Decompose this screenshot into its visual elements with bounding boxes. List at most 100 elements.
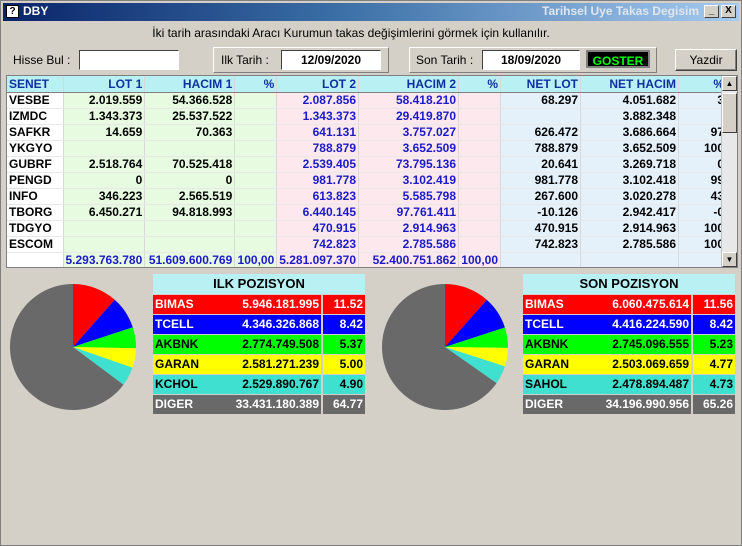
table-cell: 742.823 xyxy=(276,236,359,253)
takas-table-grid: SENET LOT 1 HACIM 1% LOT 2 HACIM 2% NET LOT NE… xyxy=(7,76,727,267)
total-cell: 5.281.097.370 xyxy=(276,252,359,267)
table-cell: TBORG xyxy=(7,204,64,221)
column-header[interactable]: % xyxy=(458,76,501,93)
table-cell xyxy=(458,236,501,253)
table-cell: TDGYO xyxy=(7,220,64,237)
column-header[interactable]: NET HACIM xyxy=(580,76,679,93)
table-cell: 14.659 xyxy=(63,124,146,141)
ilk-pozisyon-title: ILK POZISYON xyxy=(153,274,365,294)
table-cell: 641.131 xyxy=(276,124,359,141)
takas-table[interactable]: SENET LOT 1 HACIM 1% LOT 2 HACIM 2% NET LOT NE… xyxy=(6,75,738,268)
instruction-text: İki tarih arasındaki Aracı Kurumun takas… xyxy=(152,26,550,40)
app-icon: ? xyxy=(6,5,19,18)
legend-value: 2.774.749.508 xyxy=(242,337,319,351)
legend-row-sahol: SAHOL 4.73 2.478.894.487 xyxy=(523,375,735,394)
table-cell: 788.879 xyxy=(500,140,581,157)
table-row[interactable]: TBORG 6.450.271 94.818.993 6.440.145 97.761.… xyxy=(7,204,727,221)
legend-value: 34.196.990.956 xyxy=(605,397,689,411)
table-cell: 94.818.993 xyxy=(144,204,236,221)
scroll-thumb[interactable] xyxy=(722,93,737,133)
table-cell: 3 xyxy=(678,92,727,109)
scroll-down-icon[interactable]: ▼ xyxy=(722,252,737,267)
legend-pct: 8.42 xyxy=(323,315,365,334)
table-cell: 5.585.798 xyxy=(358,188,459,205)
table-cell: 20.641 xyxy=(500,156,581,173)
table-row[interactable]: TDGYO 470.915 2.914.963 470.915 2.914.963 100 xyxy=(7,220,727,237)
column-header[interactable]: HACIM 1 xyxy=(144,76,236,93)
legend-pct: 11.52 xyxy=(323,295,365,314)
minimize-button[interactable]: _ xyxy=(704,5,719,18)
table-cell: 3.882.348 xyxy=(580,108,679,125)
table-cell: 97.761.411 xyxy=(358,204,459,221)
table-cell: 100 xyxy=(678,236,727,253)
column-header[interactable]: % xyxy=(234,76,278,93)
table-cell xyxy=(234,124,278,141)
table-cell: 3.652.509 xyxy=(358,140,459,157)
table-cell: -0 xyxy=(678,204,727,221)
yazdir-button[interactable]: Yazdir xyxy=(675,49,737,71)
table-cell xyxy=(63,236,146,253)
column-header[interactable]: LOT 2 xyxy=(276,76,359,93)
table-cell: GUBRF xyxy=(7,156,64,173)
table-row[interactable]: ESCOM 742.823 2.785.586 742.823 2.785.586 100 xyxy=(7,236,727,253)
table-cell: 58.418.210 xyxy=(358,92,459,109)
legend-value: 2.745.096.555 xyxy=(612,337,689,351)
legend-row-akbnk: AKBNK 5.37 2.774.749.508 xyxy=(153,335,365,354)
close-button[interactable]: X xyxy=(721,5,736,18)
table-cell: 2.518.764 xyxy=(63,156,146,173)
legend-pct: 4.90 xyxy=(323,375,365,394)
table-cell xyxy=(234,172,278,189)
total-cell: 100,00 xyxy=(458,252,501,267)
column-header[interactable]: % xyxy=(678,76,727,93)
table-cell: 43 xyxy=(678,188,727,205)
legend-row-kchol: KCHOL 4.90 2.529.890.767 xyxy=(153,375,365,394)
total-cell xyxy=(580,252,679,267)
legend-value: 33.431.180.389 xyxy=(235,397,319,411)
table-scrollbar[interactable]: ▲ ▼ xyxy=(721,76,737,267)
total-cell xyxy=(500,252,581,267)
title-bar[interactable]: ? DBY Tarihsel Uye Takas Degisim _ X xyxy=(3,3,739,21)
table-row[interactable]: YKGYO 788.879 3.652.509 788.879 3.652.509 100 xyxy=(7,140,727,157)
table-cell: 97 xyxy=(678,124,727,141)
table-cell: 73.795.136 xyxy=(358,156,459,173)
legend-value: 6.060.475.614 xyxy=(612,297,689,311)
column-header[interactable]: SENET xyxy=(7,76,64,93)
legend-value: 4.416.224.590 xyxy=(612,317,689,331)
total-cell: 100,00 xyxy=(234,252,278,267)
ilk-tarih-input[interactable]: 12/09/2020 xyxy=(281,50,381,70)
hisse-search-input[interactable] xyxy=(79,50,179,70)
table-cell xyxy=(458,188,501,205)
table-cell xyxy=(144,220,236,237)
table-cell xyxy=(234,156,278,173)
table-cell xyxy=(458,140,501,157)
legend-value: 2.581.271.239 xyxy=(242,357,319,371)
table-row[interactable]: IZMDC 1.343.373 25.537.522 1.343.373 29.419.… xyxy=(7,108,727,125)
column-header[interactable]: LOT 1 xyxy=(63,76,146,93)
table-row[interactable]: INFO 346.223 2.565.519 613.823 5.585.798 267.… xyxy=(7,188,727,205)
hisse-label: Hisse Bul : xyxy=(13,53,71,67)
son-tarih-label: Son Tarih : xyxy=(416,53,474,67)
table-row[interactable]: SAFKR 14.659 70.363 641.131 3.757.027 626.472… xyxy=(7,124,727,141)
table-cell xyxy=(234,92,278,109)
table-row[interactable]: VESBE 2.019.559 54.366.528 2.087.856 58.418.… xyxy=(7,92,727,109)
column-header[interactable]: HACIM 2 xyxy=(358,76,459,93)
totals-row: 5.293.763.780 51.609.600.769 100,00 5.281.0… xyxy=(7,252,727,267)
legend-row-diger: DIGER 65.26 34.196.990.956 xyxy=(523,395,735,414)
legend-value: 2.529.890.767 xyxy=(242,377,319,391)
goster-button[interactable]: GOSTER xyxy=(586,50,650,68)
legend-value: 2.478.894.487 xyxy=(612,377,689,391)
table-cell: 2.785.586 xyxy=(580,236,679,253)
legend-pct: 8.42 xyxy=(693,315,735,334)
table-cell xyxy=(234,236,278,253)
table-cell xyxy=(458,108,501,125)
table-cell: 0 xyxy=(678,156,727,173)
table-cell: 346.223 xyxy=(63,188,146,205)
table-cell: 981.778 xyxy=(500,172,581,189)
column-header[interactable]: NET LOT xyxy=(500,76,581,93)
table-row[interactable]: GUBRF 2.518.764 70.525.418 2.539.405 73.795.… xyxy=(7,156,727,173)
son-tarih-input[interactable]: 18/09/2020 xyxy=(482,50,580,70)
total-cell xyxy=(7,252,64,267)
table-row[interactable]: PENGD 0 0 981.778 3.102.419 981.778 3.102.418 9… xyxy=(7,172,727,189)
scroll-up-icon[interactable]: ▲ xyxy=(722,76,737,91)
table-cell: 29.419.870 xyxy=(358,108,459,125)
